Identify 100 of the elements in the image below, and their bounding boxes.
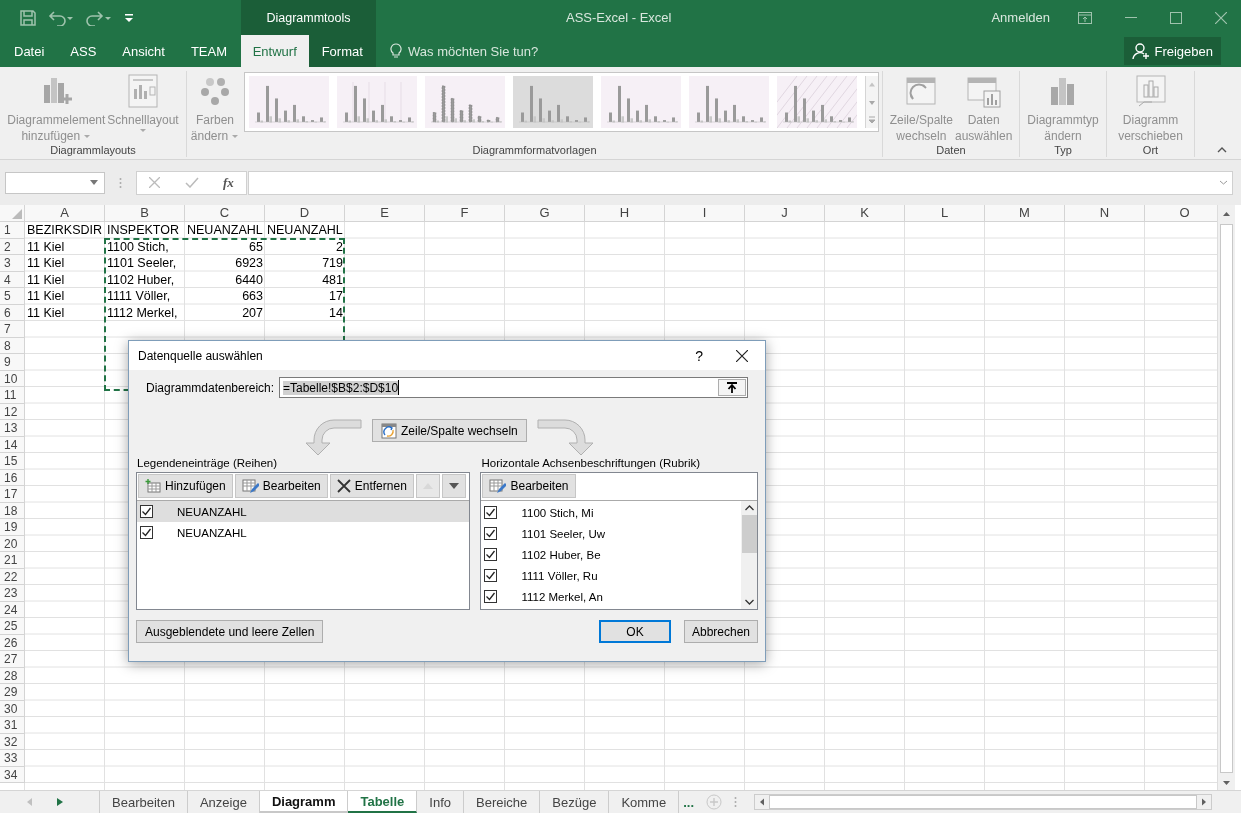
toolbar-button[interactable]: Bearbeiten xyxy=(482,474,576,498)
list-item[interactable]: 1101 Seeler, Uw xyxy=(481,523,741,544)
chart-style-thumbnail[interactable] xyxy=(249,76,330,128)
chart-style-thumbnail[interactable] xyxy=(513,76,594,128)
ribbon-tab[interactable]: Datei xyxy=(14,43,45,59)
column-header[interactable]: L xyxy=(905,205,985,222)
list-item[interactable]: NEUANZAHL xyxy=(137,501,470,522)
row-header[interactable]: 25 xyxy=(0,618,25,635)
formula-input[interactable] xyxy=(248,170,1233,195)
row-header[interactable]: 7 xyxy=(0,321,25,338)
expand-icon[interactable] xyxy=(1219,180,1228,185)
scroll-thumb[interactable] xyxy=(769,795,1198,809)
collapse-dialog-button[interactable] xyxy=(718,379,746,396)
checkbox[interactable] xyxy=(484,590,498,603)
toolbar-button[interactable]: Entfernen xyxy=(329,474,414,498)
row-header[interactable]: 27 xyxy=(0,651,25,668)
scroll-thumb[interactable] xyxy=(1220,224,1233,773)
select-all-icon[interactable] xyxy=(12,209,22,219)
save-icon[interactable] xyxy=(20,9,36,26)
column-header[interactable]: H xyxy=(585,205,665,222)
list-item[interactable]: 1111 Völler, Ru xyxy=(481,565,741,586)
column-header[interactable]: K xyxy=(825,205,905,222)
sheet-tab[interactable]: Diagramm xyxy=(259,791,349,813)
chart-style-thumbnail[interactable] xyxy=(425,76,506,128)
chart-style-thumbnail[interactable] xyxy=(337,76,418,128)
cancel-icon[interactable] xyxy=(149,177,161,188)
help-button[interactable]: ? xyxy=(695,347,703,364)
checkbox[interactable] xyxy=(484,527,498,540)
column-header[interactable]: J xyxy=(745,205,825,222)
hidden-cells-button[interactable]: Ausgeblendete und leere Zellen xyxy=(136,620,324,643)
list-scrollbar[interactable] xyxy=(741,501,757,609)
column-header[interactable]: B xyxy=(105,205,185,222)
row-header[interactable]: 29 xyxy=(0,684,25,701)
redo-icon[interactable] xyxy=(86,9,112,26)
row-header[interactable]: 1 xyxy=(0,222,25,239)
ribbon-tab[interactable]: TEAM xyxy=(190,43,227,59)
undo-icon[interactable] xyxy=(48,9,74,26)
column-header[interactable]: D xyxy=(265,205,345,222)
more-sheets-link[interactable]: ... xyxy=(683,791,695,813)
checkbox[interactable] xyxy=(140,526,153,539)
collapse-ribbon-icon[interactable] xyxy=(1217,147,1227,153)
row-header[interactable]: 21 xyxy=(0,552,25,569)
insert-function-button[interactable]: fx xyxy=(222,174,234,191)
list-item[interactable]: 1102 Huber, Be xyxy=(481,544,741,565)
row-header[interactable]: 13 xyxy=(0,420,25,437)
column-header[interactable]: F xyxy=(425,205,505,222)
next-sheet-icon[interactable] xyxy=(57,798,63,806)
check-icon[interactable] xyxy=(184,177,199,188)
list-item[interactable]: NEUANZAHL xyxy=(137,522,470,543)
ribbon-tab[interactable]: Format xyxy=(308,35,376,67)
minimize-icon[interactable] xyxy=(1125,16,1137,19)
checkbox[interactable] xyxy=(484,506,498,519)
column-header[interactable]: C xyxy=(185,205,265,222)
list-item[interactable]: 1100 Stich, Mi xyxy=(481,502,741,523)
row-header[interactable]: 33 xyxy=(0,750,25,767)
cancel-button[interactable]: Abbrechen xyxy=(684,620,758,643)
row-header[interactable]: 5 xyxy=(0,288,25,305)
column-header[interactable]: E xyxy=(345,205,425,222)
close-icon[interactable] xyxy=(736,349,748,362)
toolbar-button[interactable]: Bearbeiten xyxy=(234,474,328,498)
column-header[interactable]: I xyxy=(665,205,745,222)
ribbon-tab[interactable]: Ansicht xyxy=(122,43,165,59)
checkbox[interactable] xyxy=(484,569,498,582)
ribbon-display-icon[interactable] xyxy=(1078,11,1092,24)
checkbox[interactable] xyxy=(140,505,153,518)
row-header[interactable]: 11 xyxy=(0,387,25,404)
row-header[interactable]: 19 xyxy=(0,519,25,536)
vertical-scrollbar[interactable] xyxy=(1217,205,1235,790)
ribbon-tab[interactable]: Entwurf xyxy=(241,35,309,67)
checkbox[interactable] xyxy=(484,548,498,561)
chart-style-thumbnail[interactable] xyxy=(689,76,770,128)
horizontal-scrollbar[interactable] xyxy=(754,794,1213,810)
scroll-thumb[interactable] xyxy=(741,515,757,553)
maximize-icon[interactable] xyxy=(1170,11,1182,24)
previous-sheet-icon[interactable] xyxy=(27,798,33,806)
tell-me-search[interactable]: Was möchten Sie tun? xyxy=(390,35,539,67)
dropdown-arrow-icon[interactable] xyxy=(90,180,98,185)
chart-style-thumbnail[interactable] xyxy=(601,76,682,128)
row-header[interactable]: 17 xyxy=(0,486,25,503)
move-down-button[interactable] xyxy=(441,474,466,498)
row-header[interactable]: 9 xyxy=(0,354,25,371)
column-header[interactable]: A xyxy=(25,205,105,222)
row-header[interactable]: 31 xyxy=(0,717,25,734)
row-header[interactable]: 3 xyxy=(0,255,25,272)
range-field[interactable]: =Tabelle!$B$2:$D$10 xyxy=(279,377,748,398)
ok-button[interactable]: OK xyxy=(599,620,671,643)
row-header[interactable]: 15 xyxy=(0,453,25,470)
column-header[interactable]: M xyxy=(985,205,1065,222)
ribbon-tab[interactable]: ASS xyxy=(70,43,97,59)
share-button[interactable]: Freigeben xyxy=(1124,37,1221,65)
column-header[interactable]: N xyxy=(1065,205,1145,222)
sign-in-link[interactable]: Anmelden xyxy=(991,10,1050,25)
toolbar-button[interactable]: Hinzufügen xyxy=(138,474,233,498)
switch-row-column-button[interactable]: Zeile/Spalte wechseln xyxy=(372,419,527,442)
sheet-tab[interactable]: Tabelle xyxy=(348,791,418,813)
column-header[interactable]: G xyxy=(505,205,585,222)
customize-icon[interactable] xyxy=(124,12,134,23)
list-item[interactable]: 1112 Merkel, An xyxy=(481,586,741,607)
row-header[interactable]: 23 xyxy=(0,585,25,602)
chart-style-thumbnail[interactable] xyxy=(777,76,858,128)
